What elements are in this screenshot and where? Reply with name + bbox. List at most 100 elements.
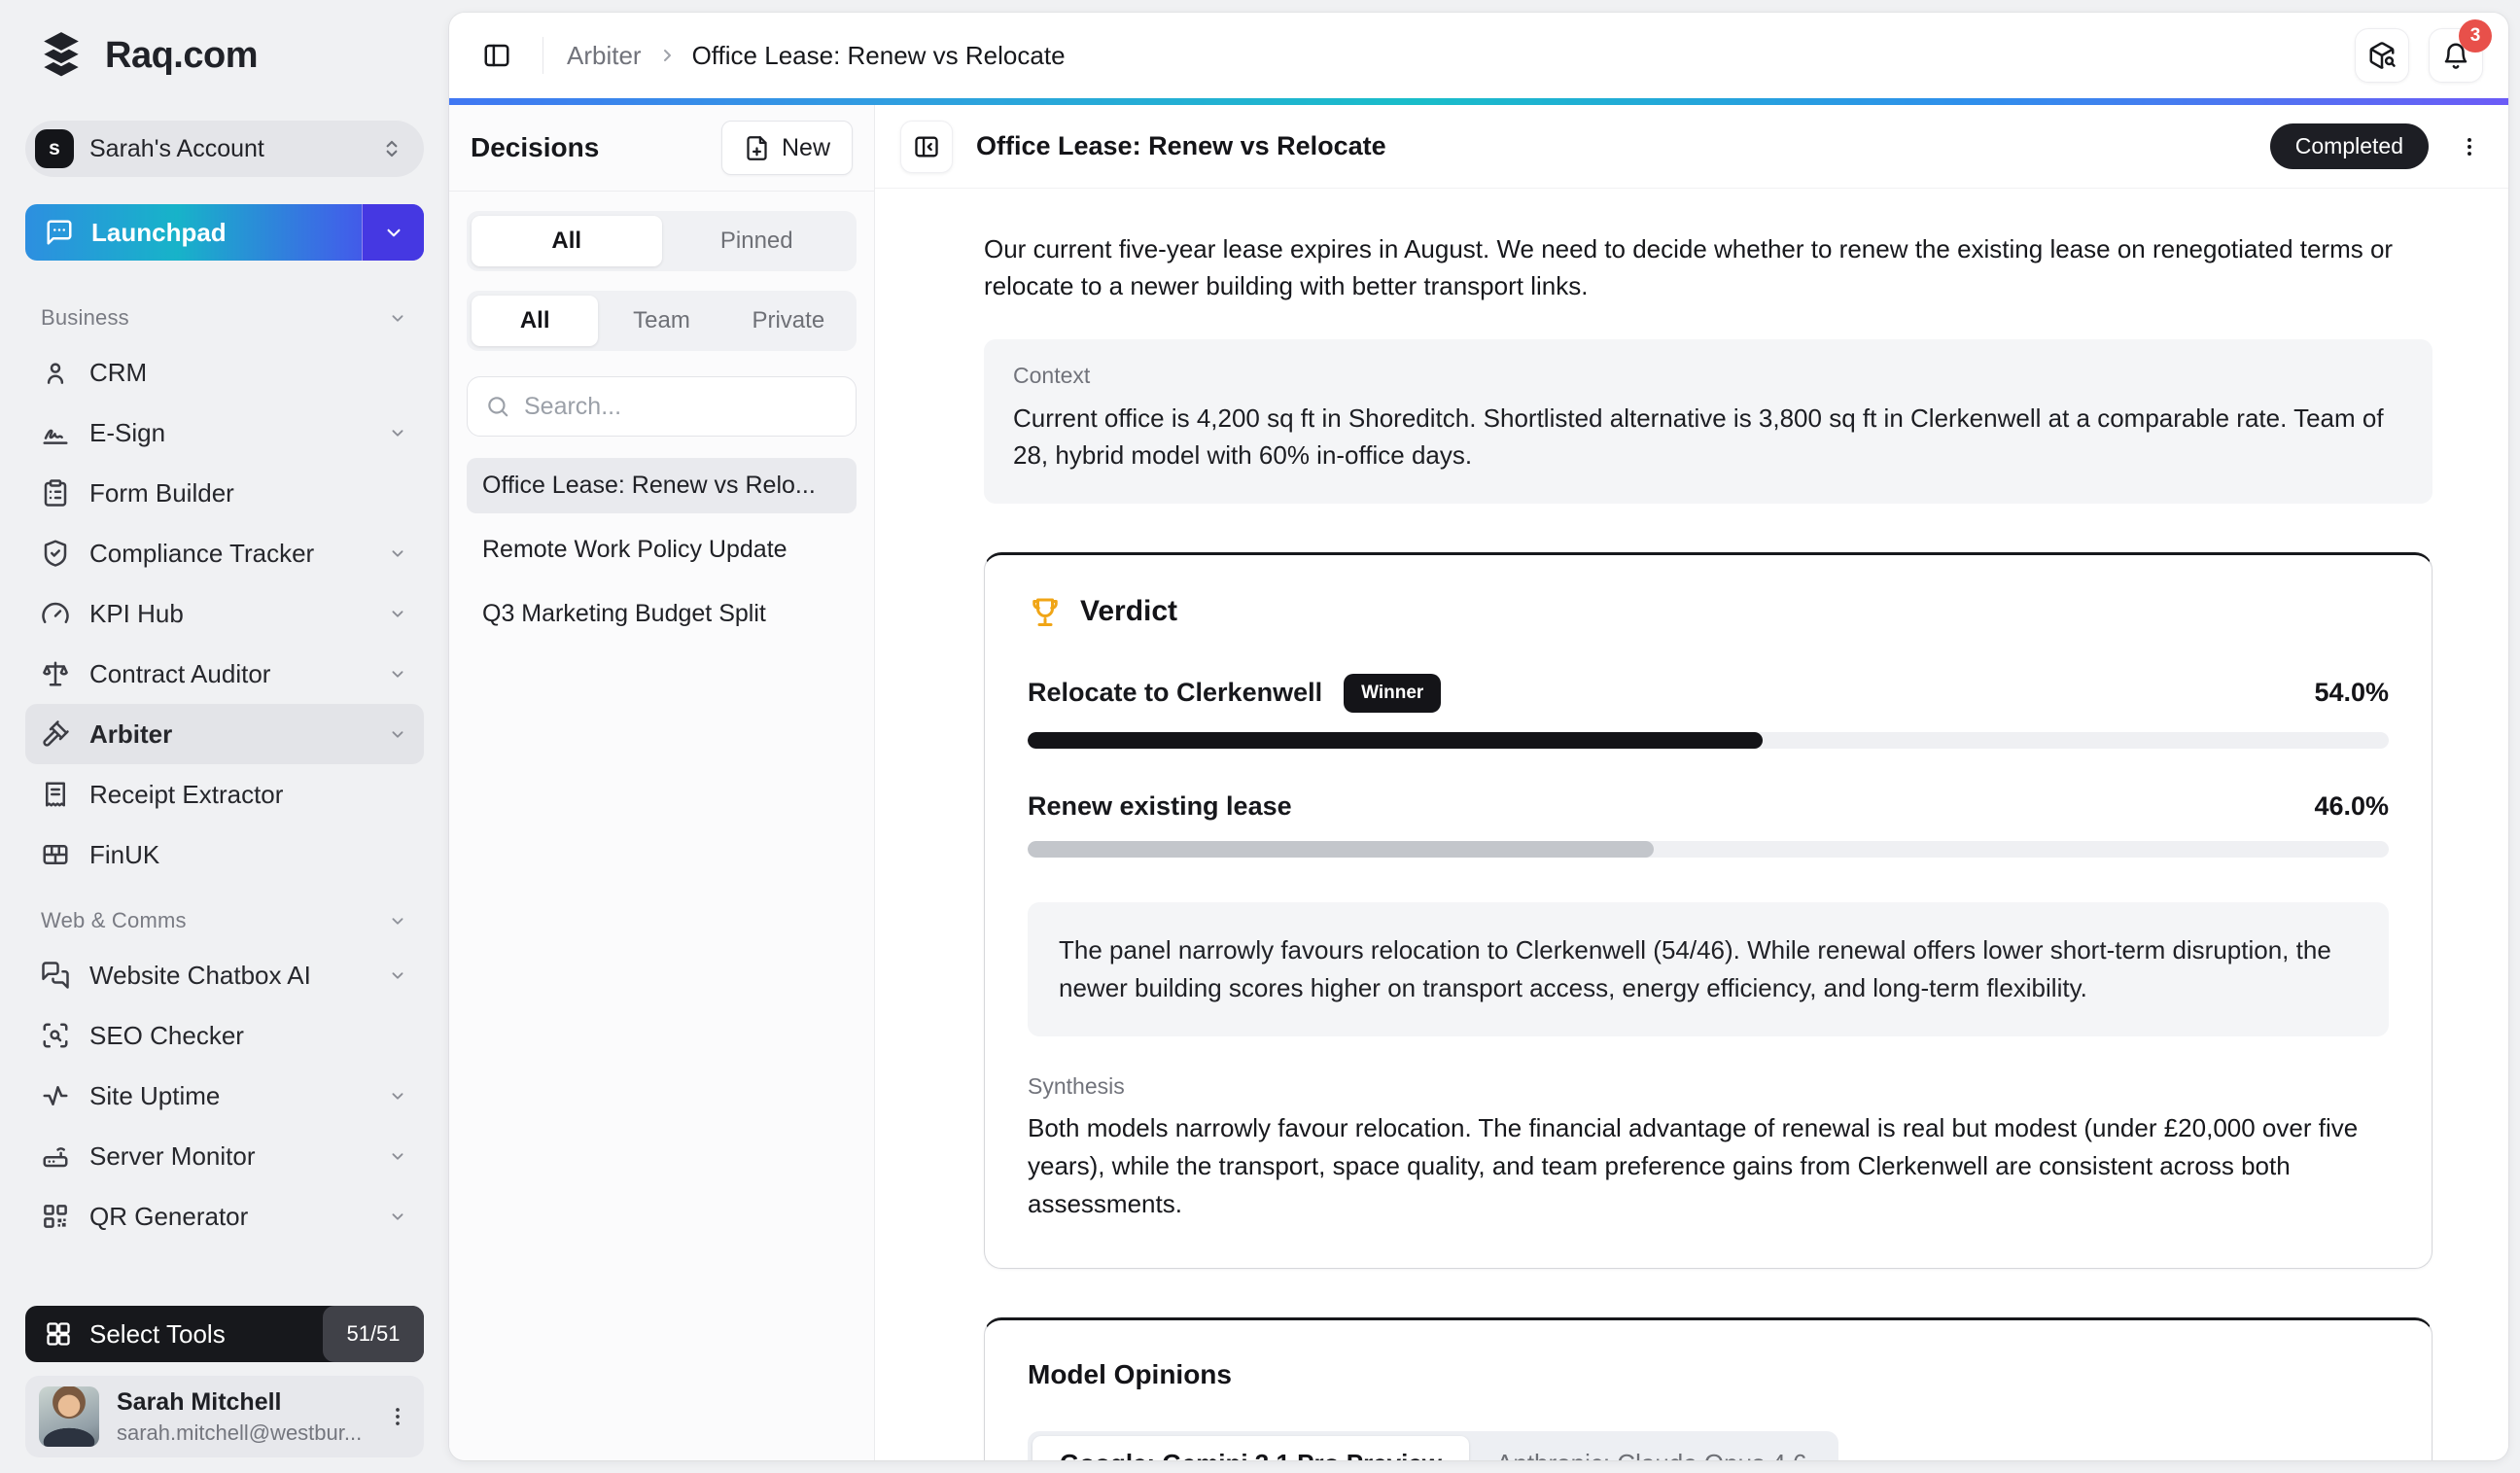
chevron-down-icon bbox=[387, 543, 408, 564]
scan-search-icon bbox=[41, 1021, 70, 1050]
search-icon bbox=[485, 394, 510, 419]
sidebar-item-label: Website Chatbox AI bbox=[89, 961, 311, 991]
decision-list: Office Lease: Renew vs Relo... Remote Wo… bbox=[467, 458, 857, 642]
more-vertical-icon[interactable] bbox=[385, 1404, 410, 1429]
sidebar-item-label: Compliance Tracker bbox=[89, 539, 314, 569]
section-web-comms[interactable]: Web & Comms bbox=[25, 896, 424, 945]
chevron-down-icon bbox=[387, 964, 408, 986]
message-dots-icon bbox=[45, 218, 74, 247]
tab-scope-all[interactable]: All bbox=[472, 296, 598, 346]
accent-gradient-strip bbox=[449, 98, 2508, 105]
brand-logo: Raq.com bbox=[25, 27, 424, 84]
sidebar-item-seo-checker[interactable]: SEO Checker bbox=[25, 1005, 424, 1066]
tab-scope-private[interactable]: Private bbox=[725, 296, 852, 346]
sidebar-item-website-chatbox-ai[interactable]: Website Chatbox AI bbox=[25, 945, 424, 1005]
page-title: Office Lease: Renew vs Relocate bbox=[976, 131, 1386, 161]
tab-scope-team[interactable]: Team bbox=[598, 296, 724, 346]
tab-pinned[interactable]: Pinned bbox=[662, 216, 853, 266]
detail-header-actions: Completed bbox=[2270, 123, 2483, 169]
sidebar-item-receipt-extractor[interactable]: Receipt Extractor bbox=[25, 764, 424, 824]
gauge-icon bbox=[41, 599, 70, 628]
chevron-down-icon bbox=[387, 603, 408, 624]
tab-gemini[interactable]: Google: Gemini 3.1 Pro Preview bbox=[1032, 1436, 1469, 1460]
synthesis-text: Both models narrowly favour relocation. … bbox=[1028, 1109, 2389, 1223]
select-tools-button[interactable]: Select Tools 51/51 bbox=[25, 1306, 424, 1362]
list-item-remote-work[interactable]: Remote Work Policy Update bbox=[467, 522, 857, 578]
layout-grid-icon bbox=[45, 1320, 72, 1348]
collapse-list-button[interactable] bbox=[900, 121, 953, 173]
trophy-icon bbox=[1028, 594, 1063, 629]
app-root: Raq.com s Sarah's Account Launchpad Busi… bbox=[0, 0, 2520, 1473]
sidebar-item-label: Arbiter bbox=[89, 719, 172, 750]
option-percent: 46.0% bbox=[2314, 791, 2389, 822]
synthesis-label: Synthesis bbox=[1028, 1073, 2389, 1100]
breadcrumb-section[interactable]: Arbiter bbox=[567, 41, 642, 71]
decisions-panel: Decisions New All Pinned All Team Privat… bbox=[449, 105, 875, 1460]
section-business[interactable]: Business bbox=[25, 294, 424, 342]
user-name: Sarah Mitchell bbox=[117, 1388, 368, 1417]
account-switcher[interactable]: s Sarah's Account bbox=[25, 121, 424, 177]
progress-track bbox=[1028, 732, 2389, 749]
chat-double-icon bbox=[41, 961, 70, 990]
user-email: sarah.mitchell@westbur... bbox=[117, 1420, 368, 1446]
sidebar-item-finuk[interactable]: FinUK bbox=[25, 824, 424, 885]
layers-logo-icon bbox=[33, 27, 89, 84]
sidebar-item-label: SEO Checker bbox=[89, 1021, 244, 1051]
winner-badge: Winner bbox=[1344, 674, 1441, 713]
receipt-icon bbox=[41, 780, 70, 809]
sidebar-item-form-builder[interactable]: Form Builder bbox=[25, 463, 424, 523]
sidebar-item-qr-generator[interactable]: QR Generator bbox=[25, 1186, 424, 1246]
sidebar-item-contract-auditor[interactable]: Contract Auditor bbox=[25, 644, 424, 704]
verdict-card: Verdict Relocate to Clerkenwell Winner 5… bbox=[984, 552, 2432, 1269]
sidebar-item-arbiter[interactable]: Arbiter bbox=[25, 704, 424, 764]
sidebar-item-label: Receipt Extractor bbox=[89, 780, 283, 810]
launchpad-button[interactable]: Launchpad bbox=[25, 204, 424, 261]
sidebar-item-label: QR Generator bbox=[89, 1202, 248, 1232]
launchpad-dropdown[interactable] bbox=[362, 204, 424, 261]
chevron-down-icon bbox=[387, 307, 408, 329]
user-meta: Sarah Mitchell sarah.mitchell@westbur... bbox=[117, 1388, 368, 1446]
new-decision-button[interactable]: New bbox=[721, 121, 853, 175]
option-percent: 54.0% bbox=[2314, 678, 2389, 708]
sidebar-item-kpi-hub[interactable]: KPI Hub bbox=[25, 583, 424, 644]
verdict-title: Verdict bbox=[1080, 595, 1177, 628]
notifications-button[interactable]: 3 bbox=[2429, 28, 2483, 83]
sidebar-item-site-uptime[interactable]: Site Uptime bbox=[25, 1066, 424, 1126]
sidebar-item-server-monitor[interactable]: Server Monitor bbox=[25, 1126, 424, 1186]
detail-menu-button[interactable] bbox=[2456, 133, 2483, 160]
decision-search[interactable] bbox=[467, 376, 857, 437]
list-item-q3-marketing[interactable]: Q3 Marketing Budget Split bbox=[467, 586, 857, 642]
account-label: Sarah's Account bbox=[89, 135, 364, 163]
scope-tabs: All Team Private bbox=[467, 291, 857, 351]
sidebar-item-e-sign[interactable]: E-Sign bbox=[25, 403, 424, 463]
sidebar-item-label: E-Sign bbox=[89, 418, 165, 448]
sidebar-item-label: CRM bbox=[89, 358, 147, 388]
user-card[interactable]: Sarah Mitchell sarah.mitchell@westbur... bbox=[25, 1376, 424, 1457]
account-avatar: s bbox=[35, 129, 74, 168]
chevrons-up-down-icon bbox=[379, 136, 404, 161]
more-vertical-icon bbox=[2457, 134, 2482, 159]
model-tabs: Google: Gemini 3.1 Pro Preview Anthropic… bbox=[1028, 1431, 1838, 1460]
launchpad-main[interactable]: Launchpad bbox=[25, 204, 362, 261]
notification-count-badge: 3 bbox=[2459, 19, 2492, 53]
list-item-office-lease[interactable]: Office Lease: Renew vs Relo... bbox=[467, 458, 857, 513]
signature-icon bbox=[41, 418, 70, 447]
sidebar-item-crm[interactable]: CRM bbox=[25, 342, 424, 403]
select-tools-label: Select Tools bbox=[89, 1319, 226, 1350]
breadcrumb-current: Office Lease: Renew vs Relocate bbox=[692, 41, 1066, 71]
sidebar-bottom: Select Tools 51/51 Sarah Mitchell sarah.… bbox=[25, 1306, 424, 1457]
package-search-button[interactable] bbox=[2355, 28, 2409, 83]
sidebar-toggle-button[interactable] bbox=[474, 33, 519, 78]
tab-all[interactable]: All bbox=[472, 216, 662, 266]
chevron-down-icon bbox=[387, 723, 408, 745]
context-box: Context Current office is 4,200 sq ft in… bbox=[984, 339, 2432, 503]
search-input[interactable] bbox=[524, 393, 838, 421]
decisions-title: Decisions bbox=[471, 132, 599, 163]
sidebar-item-compliance-tracker[interactable]: Compliance Tracker bbox=[25, 523, 424, 583]
verdict-option-row: Relocate to Clerkenwell Winner 54.0% bbox=[1028, 674, 2389, 713]
new-decision-label: New bbox=[782, 134, 830, 162]
tab-claude[interactable]: Anthropic: Claude Opus 4.6 bbox=[1469, 1436, 1834, 1460]
context-label: Context bbox=[1013, 363, 2403, 389]
shield-check-icon bbox=[41, 539, 70, 568]
detail-header: Office Lease: Renew vs Relocate Complete… bbox=[875, 105, 2508, 189]
